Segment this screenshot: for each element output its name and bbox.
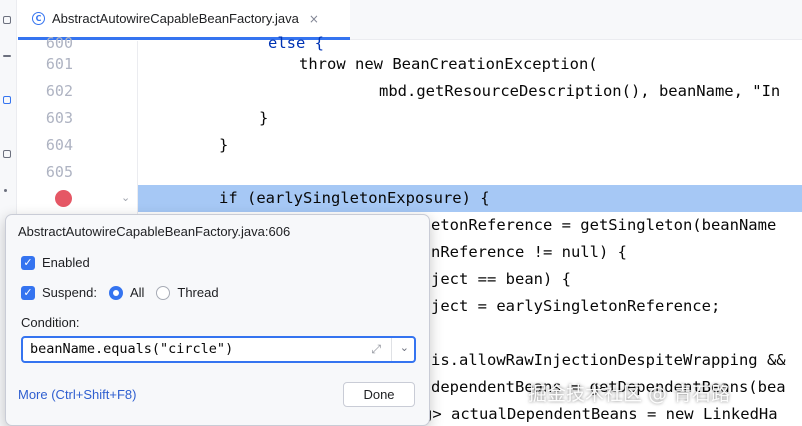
suspend-row: ✓ Suspend: All Thread	[21, 285, 219, 300]
dropdown-separator	[391, 338, 392, 361]
breakpoint-icon[interactable]	[55, 190, 72, 207]
project-icon[interactable]	[3, 96, 11, 104]
code-text: }	[219, 136, 229, 154]
popup-title: AbstractAutowireCapableBeanFactory.java:…	[18, 224, 291, 239]
more-link[interactable]: More (Ctrl+Shift+F8)	[18, 387, 136, 402]
line-number: 604	[45, 136, 73, 154]
line-number: 603	[45, 109, 73, 127]
code-text: nReference != null) {	[431, 243, 627, 261]
code-line[interactable]: 605	[18, 159, 802, 186]
tab-title: AbstractAutowireCapableBeanFactory.java	[52, 11, 299, 26]
code-text: ject = earlySingletonReference;	[431, 297, 721, 315]
line-number: 602	[45, 82, 73, 100]
enabled-label: Enabled	[42, 255, 90, 270]
class-icon: C	[32, 12, 45, 25]
close-icon[interactable]: ×	[309, 12, 319, 26]
condition-value: beanName.equals("circle")	[30, 341, 234, 357]
line-number: 601	[45, 55, 73, 73]
done-button[interactable]: Done	[343, 382, 415, 407]
thread-radio[interactable]	[156, 285, 171, 300]
code-line[interactable]: 604 }	[18, 132, 802, 159]
line-number: 605	[45, 163, 73, 181]
structure-icon[interactable]	[3, 16, 11, 24]
more-icon[interactable]	[4, 189, 7, 192]
condition-input[interactable]: beanName.equals("circle") ⤢ ⌄	[21, 336, 416, 363]
chevron-down-icon[interactable]: ⌄	[400, 341, 409, 354]
enabled-checkbox[interactable]: ✓	[21, 255, 35, 270]
all-radio[interactable]	[108, 285, 123, 300]
chevron-down-icon[interactable]: ⌄	[121, 191, 130, 204]
code-line[interactable]: 603 }	[18, 105, 802, 132]
commit-icon[interactable]	[3, 55, 11, 57]
enabled-checkbox-row[interactable]: ✓ Enabled	[21, 255, 90, 270]
all-label: All	[129, 285, 145, 300]
expand-icon[interactable]: ⤢	[371, 342, 381, 357]
breakpoint-popup: AbstractAutowireCapableBeanFactory.java:…	[5, 214, 430, 426]
watermark: 掘金技术社区 @ 青石路	[528, 383, 731, 405]
bookmarks-icon[interactable]	[3, 150, 11, 158]
suspend-label: Suspend:	[42, 285, 97, 300]
code-line[interactable]: 602 mbd.getResourceDescription(), beanNa…	[18, 78, 802, 105]
code-text: ject == bean) {	[431, 270, 571, 288]
code-text: is.allowRawInjectionDespiteWrapping &&	[431, 351, 786, 369]
thread-label: Thread	[177, 285, 219, 300]
code-text: mbd.getResourceDescription(), beanName, …	[379, 82, 781, 100]
suspend-checkbox[interactable]: ✓	[21, 285, 35, 300]
code-text: etonReference = getSingleton(beanName	[431, 216, 777, 234]
code-text: throw new BeanCreationException(	[299, 55, 598, 73]
condition-label: Condition:	[21, 315, 80, 330]
current-line[interactable]: ⌄ if (earlySingletonExposure) {	[18, 185, 802, 212]
code-text: }	[259, 109, 269, 127]
code-text: if (earlySingletonExposure) {	[219, 189, 490, 207]
code-line[interactable]: 601 throw new BeanCreationException(	[18, 51, 802, 78]
